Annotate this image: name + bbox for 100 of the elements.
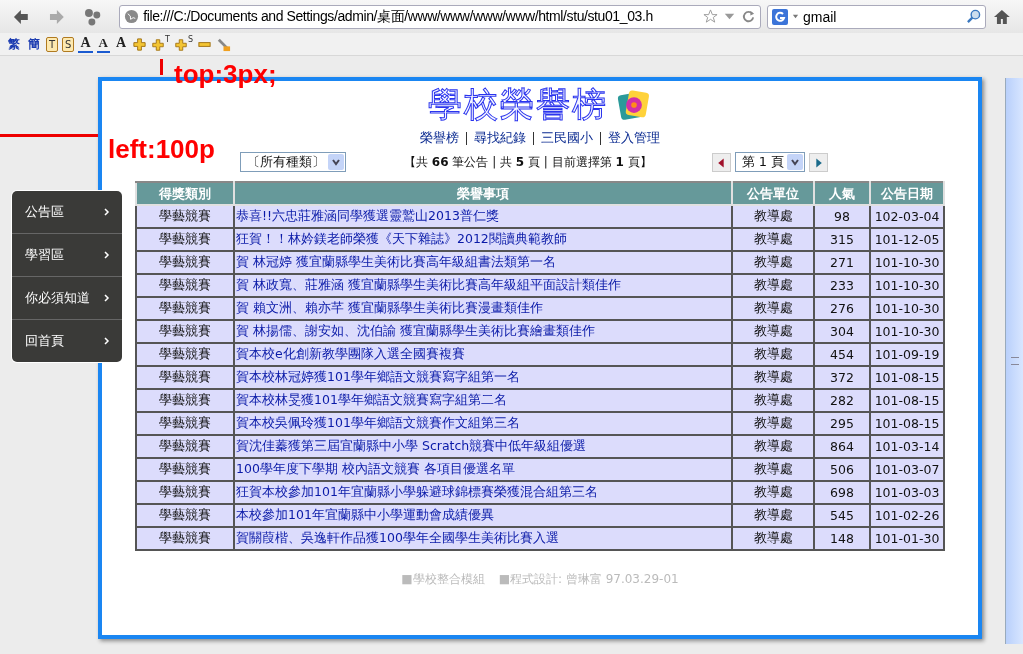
table-cell: 315 — [830, 232, 854, 247]
chevron-icon — [104, 337, 110, 345]
column-header: 公告單位 — [732, 182, 814, 205]
table-cell: 101-10-30 — [874, 301, 940, 316]
star-icon[interactable] — [703, 9, 718, 24]
table-cell: 學藝競賽 — [159, 415, 211, 430]
table-cell: 101-10-30 — [874, 324, 940, 339]
font-size-button[interactable]: A — [78, 35, 93, 53]
table-cell: 545 — [830, 508, 854, 523]
table-cell: 教導處 — [753, 369, 793, 384]
column-header: 人氣 — [814, 182, 870, 205]
table-cell: 276 — [830, 301, 854, 316]
reload-icon[interactable] — [741, 9, 756, 24]
table-cell: 101-03-07 — [874, 462, 940, 477]
table-cell: 學藝競賽 — [159, 208, 211, 223]
table-cell: 454 — [830, 347, 854, 362]
table-cell: 教導處 — [753, 438, 793, 453]
page-select[interactable]: 第 1 頁 — [734, 152, 805, 172]
footer-text: ■學校整合模組 — [401, 571, 485, 588]
table-cell: 教導處 — [753, 346, 793, 361]
wrench-icon[interactable] — [216, 36, 232, 52]
table-cell: 學藝競賽 — [159, 507, 211, 522]
previous-page-button[interactable] — [711, 152, 731, 172]
table-cell: 教導處 — [753, 277, 793, 292]
table-cell: 282 — [830, 393, 854, 408]
plus-icon[interactable] — [132, 36, 148, 52]
table-cell: 101-08-15 — [874, 416, 940, 431]
table-cell: 學藝競賽 — [159, 277, 211, 292]
nav-link[interactable]: 登入管理 — [608, 129, 660, 147]
table-cell: 教導處 — [753, 461, 793, 476]
plus-button[interactable]: S — [174, 36, 194, 52]
address-bar[interactable]: file:///C:/Documents and Settings/admin/桌面/www/www/www/www/html/stu/stu01_03.h — [119, 4, 761, 29]
annotation-text: left:100p — [108, 134, 215, 164]
next-page-button[interactable] — [808, 152, 828, 172]
table-cell: 學藝競賽 — [159, 392, 211, 407]
plus-button[interactable]: T — [151, 36, 170, 52]
chevron-icon — [104, 208, 110, 216]
nav-link[interactable]: 尋找紀錄 — [474, 129, 526, 147]
table-cell: 教導處 — [753, 415, 793, 430]
table-cell: 101-10-30 — [874, 278, 940, 293]
toolbar-button[interactable]: 簡 — [26, 35, 42, 53]
table-cell: 101-02-26 — [874, 508, 940, 523]
table-cell: 學藝競賽 — [159, 484, 211, 499]
summary-text: 【共 66 筆公告 | 共 5 頁 | 目前選擇第 1 頁】 — [404, 153, 652, 171]
table-cell: 學藝競賽 — [159, 323, 211, 338]
table-cell: 教導處 — [753, 208, 793, 223]
table-cell: 372 — [830, 370, 854, 385]
table-cell: 101-03-03 — [874, 485, 940, 500]
column-header: 得獎類別 — [136, 182, 234, 205]
table-cell: 學藝競賽 — [159, 231, 211, 246]
font-size-button[interactable]: A — [114, 35, 129, 53]
table-cell: 教導處 — [753, 254, 793, 269]
table-cell: 學藝競賽 — [159, 530, 211, 545]
sidebar-item[interactable]: 你必須知道 — [12, 277, 122, 320]
share-icon[interactable] — [82, 6, 103, 27]
search-text: gmail — [803, 8, 838, 25]
chevron-icon — [104, 251, 110, 259]
table-cell: 教導處 — [753, 300, 793, 315]
table-cell: 學藝競賽 — [159, 346, 211, 361]
table-cell: 101-01-30 — [874, 531, 940, 546]
font-size-button[interactable]: A — [96, 35, 110, 53]
clipboard-button[interactable]: T — [46, 36, 59, 52]
table-cell: 506 — [830, 462, 854, 477]
table-cell: 271 — [830, 255, 854, 270]
table-cell: 864 — [830, 439, 854, 454]
scrollbar[interactable] — [1005, 78, 1023, 644]
globe-icon — [124, 9, 140, 24]
sidebar-item[interactable]: 學習區 — [12, 234, 122, 277]
table-cell: 教導處 — [753, 392, 793, 407]
column-header: 公告日期 — [870, 182, 944, 205]
table-cell: 101-12-05 — [874, 232, 940, 247]
table-cell: 101-08-15 — [874, 370, 940, 385]
table-cell: 233 — [830, 278, 854, 293]
table-cell: 295 — [830, 416, 854, 431]
table-cell: 101-08-15 — [874, 393, 940, 408]
table-cell: 教導處 — [753, 530, 793, 545]
toolbar-button[interactable]: 繁 — [6, 35, 22, 53]
table-cell: 學藝競賽 — [159, 300, 211, 315]
url-text: file:///C:/Documents and Settings/admin/桌面/www/www/www/www/html/stu/stu01_03.h — [143, 7, 654, 26]
table-cell: 教導處 — [753, 507, 793, 522]
search-field[interactable]: gmail — [767, 4, 987, 29]
search-icon[interactable] — [966, 9, 982, 24]
footer-text: ■程式設計: 曾琳富 97.03.29-01 — [498, 571, 679, 588]
table-cell: 698 — [830, 485, 854, 500]
table-cell: 教導處 — [753, 323, 793, 338]
table-cell: 教導處 — [753, 231, 793, 246]
sidebar-item[interactable]: 回首頁 — [12, 320, 122, 362]
caret-icon — [789, 157, 800, 167]
table-cell: 101-09-19 — [874, 347, 940, 362]
column-header: 榮譽事項 — [234, 182, 732, 205]
site-title: 學校榮譽榜 — [428, 83, 608, 126]
clipboard-button[interactable]: S — [62, 36, 75, 52]
table-cell: 98 — [834, 209, 850, 224]
caret-icon — [792, 13, 799, 20]
sidebar-item[interactable]: 公告區 — [12, 191, 122, 234]
nav-link[interactable]: 三民國小 — [541, 129, 593, 147]
table-cell: 學藝競賽 — [159, 254, 211, 269]
caret-icon — [331, 157, 341, 167]
category-select[interactable]: 〔所有種類〕 — [240, 152, 346, 172]
nav-link[interactable]: 榮譽榜 — [420, 129, 459, 147]
